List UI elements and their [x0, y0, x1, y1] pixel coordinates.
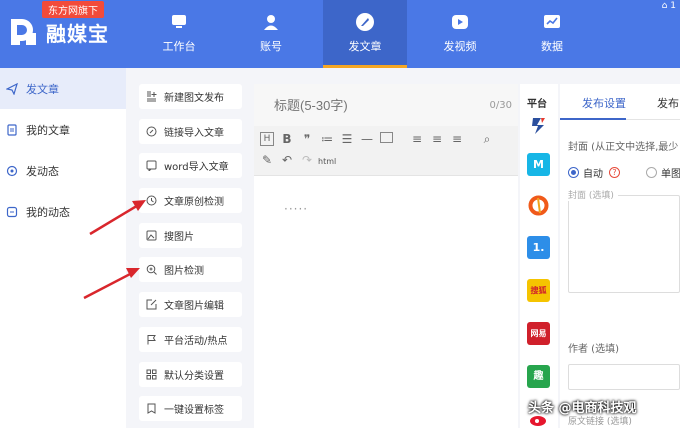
annotation-arrows	[83, 200, 146, 300]
watermark: 头条 @电商科技观	[528, 401, 637, 416]
arrow-to-image-check	[83, 268, 140, 300]
arrow-to-original-check	[89, 200, 146, 236]
